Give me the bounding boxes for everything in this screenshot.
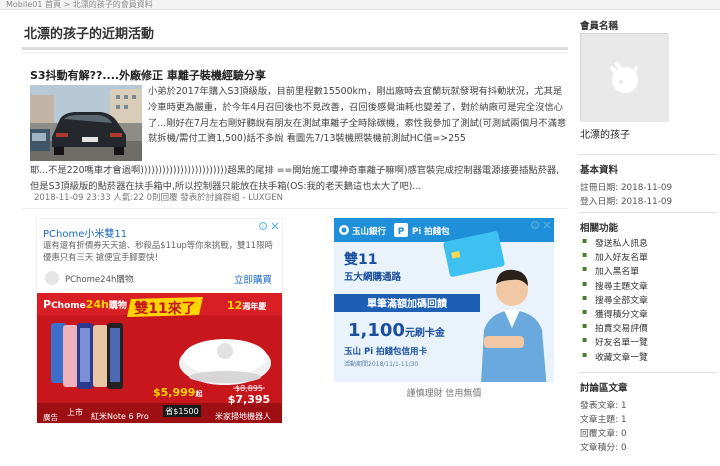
- advertiser-name[interactable]: PChome24h購物: [65, 273, 133, 285]
- advertiser-avatar: [45, 271, 59, 285]
- breadcrumb-bar: Mobile01 首頁 > 北漂的孩子的會員資料: [0, 0, 720, 10]
- sidebar-divider: [578, 154, 716, 155]
- svg-text:P: P: [398, 227, 405, 237]
- sidebar-divider: [578, 372, 716, 373]
- func-saved-articles[interactable]: ▪ 收藏文章一覽: [582, 350, 648, 364]
- pchome-banner-image[interactable]: PChome24h購物 雙11來了 12週年慶 $5,999起 $8,895 $…: [37, 293, 283, 424]
- car-photo-image: [30, 85, 142, 161]
- banner-logo-p: P: [43, 298, 51, 311]
- sidebar-divider: [578, 212, 716, 213]
- card-name: 玉山 Pi 拍錢包信用卡: [344, 346, 428, 357]
- vacuum-label: 米家掃地機器人: [215, 411, 271, 421]
- func-add-blacklist[interactable]: ▪ 加入黑名單: [582, 264, 648, 278]
- pchome-ad[interactable]: i PChome小米雙11 還有還有折價券天天搶、秒殺品$11up等你來挑戰，雙…: [36, 218, 283, 424]
- forum-heading: 討論區文章: [580, 383, 628, 394]
- ad-choices-icon[interactable]: i: [530, 220, 552, 230]
- functions-list: ▪ 發送私人訊息 ▪ 加入好友名單 ▪ 加入黑名單 ▪ 搜尋主題文章 ▪ 搜尋全部文章 ▪…: [582, 236, 648, 364]
- cashback-suffix: 元刷卡金: [405, 326, 446, 339]
- bullet-icon: ▪: [582, 306, 588, 316]
- bullet-icon: ▪: [582, 321, 588, 331]
- member-sidebar: 會員名稱 北漂的孩子 基本資料 註冊日期: 2018-11-09 登入日期: 2…: [578, 14, 720, 466]
- post-meta: 2018-11-09 23:33 人氣:22 0則回覆 發表於討論群組 - LU…: [34, 193, 283, 203]
- forum-stat-posts: 發表文章: 1: [580, 401, 627, 411]
- ad-right-sub: 五大網購通路: [344, 271, 402, 283]
- bullet-icon: ▪: [582, 236, 588, 245]
- ad-headline[interactable]: PChome小米雙11: [43, 225, 127, 240]
- price-phone-unit: 起: [194, 389, 203, 398]
- banner-slogan: 雙11來了: [134, 300, 195, 317]
- ad-right-band: 單筆滿額加碼回饋: [367, 297, 447, 310]
- forum-stat-points: 文章積分: 0: [580, 443, 627, 453]
- robot-vacuum-image: [179, 339, 271, 385]
- ad-badge: 廣告: [43, 412, 58, 422]
- ad-right-footer: 謹慎理財 信用無價: [407, 387, 482, 399]
- login-date: 登入日期: 2018-11-09: [580, 197, 673, 207]
- func-auction-ratings[interactable]: ▪ 拍賣交易評價: [582, 321, 648, 335]
- page-title: 北漂的孩子的近期活動: [24, 27, 155, 42]
- buy-now-button[interactable]: 立即購買: [234, 272, 272, 286]
- func-friends-list[interactable]: ▪ 好友名單一覽: [582, 335, 648, 349]
- svg-text:i: i: [534, 223, 535, 229]
- cashback-amount: 1,100: [348, 320, 405, 341]
- price-vac: $7,395: [228, 393, 270, 406]
- post-thumbnail[interactable]: [30, 85, 142, 161]
- title-divider-thin: [22, 52, 568, 53]
- default-avatar-icon: [581, 34, 669, 122]
- bank-name: 玉山銀行: [352, 226, 387, 237]
- func-search-all[interactable]: ▪ 搜尋全部文章: [582, 293, 648, 307]
- price-phone: $5,999: [153, 386, 195, 399]
- banner-logo-rest: Chome: [51, 301, 86, 311]
- price-vac-old: $8,895: [235, 384, 263, 393]
- pay-name: Pi 拍錢包: [412, 226, 450, 237]
- ad-choices-icon[interactable]: i: [258, 221, 280, 231]
- banner-logo-suffix: 購物: [108, 299, 127, 311]
- esun-banner-image[interactable]: 玉山銀行 P Pi 拍錢包 雙11 五大網購通路 單筆滿額加碼回饋 1,100元…: [334, 218, 554, 402]
- member-name: 北漂的孩子: [580, 130, 630, 141]
- ad-right-headline: 雙11: [344, 251, 377, 268]
- basic-info-heading: 基本資料: [580, 165, 619, 176]
- smartphones-image: [51, 323, 123, 389]
- banner-logo-24: 24h: [86, 298, 109, 311]
- promo-note: 活動期間2018/11/1-11/30: [344, 360, 418, 368]
- banner-anniv-suffix: 週年慶: [242, 301, 267, 311]
- func-points-articles[interactable]: ▪ 獲得積分文章: [582, 307, 648, 321]
- breadcrumb[interactable]: Mobile01 首頁 > 北漂的孩子的會員資料: [6, 0, 153, 10]
- bullet-icon: ▪: [582, 292, 588, 302]
- func-add-friend[interactable]: ▪ 加入好友名單: [582, 250, 648, 264]
- member-heading: 會員名稱: [580, 21, 619, 32]
- post-excerpt-continued: 耶...不是220嗎車才會過啊))))))))))))))))))))))))超…: [30, 165, 560, 192]
- bullet-icon: ▪: [582, 264, 588, 274]
- functions-heading: 相關功能: [580, 223, 619, 234]
- title-divider: [22, 47, 568, 50]
- post-divider: [22, 208, 568, 209]
- func-send-message[interactable]: ▪ 發送私人訊息: [582, 236, 648, 250]
- banner-anniv: 12: [227, 299, 242, 312]
- func-search-topics[interactable]: ▪ 搜尋主題文章: [582, 279, 648, 293]
- ad-description: 還有還有折價券天天搶、秒殺品$11up等你來挑戰，雙11限時優惠只有三天 搶便宜…: [43, 240, 273, 262]
- esun-bank-ad[interactable]: 玉山銀行 P Pi 拍錢包 雙11 五大網購通路 單筆滿額加碼回饋 1,100元…: [334, 218, 554, 402]
- forum-stat-topics: 文章主題: 1: [580, 415, 627, 425]
- post-title-link[interactable]: S3抖動有解??....外廠修正 車離子裝機經驗分享: [30, 67, 266, 83]
- save-label: 省$1500: [165, 406, 198, 416]
- post-excerpt: 小弟於2017年購入S3頂級版，目前里程數15500km，剛出廠時去宜蘭玩就發現…: [148, 86, 567, 145]
- svg-text:i: i: [262, 224, 263, 230]
- forum-stat-replies: 回覆文章: 0: [580, 429, 627, 439]
- launch-label: 上市: [67, 407, 83, 417]
- bullet-icon: ▪: [582, 278, 588, 288]
- bullet-icon: ▪: [582, 349, 588, 359]
- member-avatar[interactable]: [580, 33, 669, 122]
- phone-label: 紅米Note 6 Pro: [91, 411, 149, 421]
- register-date: 註冊日期: 2018-11-09: [580, 183, 673, 193]
- bullet-icon: ▪: [582, 250, 588, 260]
- bullet-icon: ▪: [582, 335, 588, 345]
